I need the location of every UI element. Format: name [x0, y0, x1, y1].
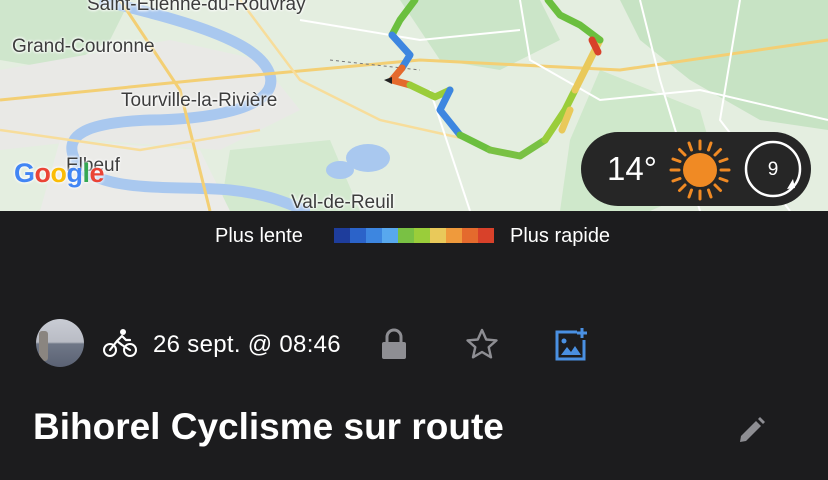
- activity-title: Bihorel Cyclisme sur route: [33, 406, 504, 447]
- activity-meta-row: 26 sept. @ 08:46: [0, 318, 828, 370]
- avatar[interactable]: [36, 319, 84, 367]
- google-logo: Google: [14, 158, 105, 188]
- speed-legend-swatch: [382, 228, 398, 243]
- lock-icon[interactable]: [380, 328, 408, 360]
- pencil-icon[interactable]: [737, 415, 767, 445]
- speed-legend-bar: [334, 228, 494, 243]
- star-icon[interactable]: [465, 328, 499, 360]
- bicycle-icon: [103, 329, 137, 357]
- speed-legend-swatch: [462, 228, 478, 243]
- add-photo-icon[interactable]: [553, 326, 589, 362]
- speed-legend-swatch: [366, 228, 382, 243]
- place-label: Val-de-Reuil: [291, 192, 395, 211]
- speed-legend-swatch: [334, 228, 350, 243]
- route-map[interactable]: Saint-Étienne-du-Rouvray Grand-Couronne …: [0, 0, 828, 211]
- uv-index-value: 9: [767, 159, 779, 180]
- speed-legend-fast-label: Plus rapide: [510, 225, 611, 247]
- sun-icon: [669, 139, 731, 201]
- speed-legend-swatch: [414, 228, 430, 243]
- speed-legend-swatch: [430, 228, 446, 243]
- weather-widget[interactable]: 14° 9: [581, 132, 811, 206]
- speed-legend-swatch: [446, 228, 462, 243]
- speed-legend-swatch: [350, 228, 366, 243]
- activity-datetime: 26 sept. @ 08:46: [153, 331, 341, 358]
- speed-legend-slow-label: Plus lente: [215, 225, 303, 247]
- place-label: Tourville-la-Rivière: [121, 90, 278, 111]
- place-label: Grand-Couronne: [12, 36, 155, 57]
- temperature-value: 14°: [607, 150, 657, 187]
- place-label: Saint-Étienne-du-Rouvray: [87, 0, 306, 15]
- speed-legend-swatch: [398, 228, 414, 243]
- speed-legend-swatch: [478, 228, 494, 243]
